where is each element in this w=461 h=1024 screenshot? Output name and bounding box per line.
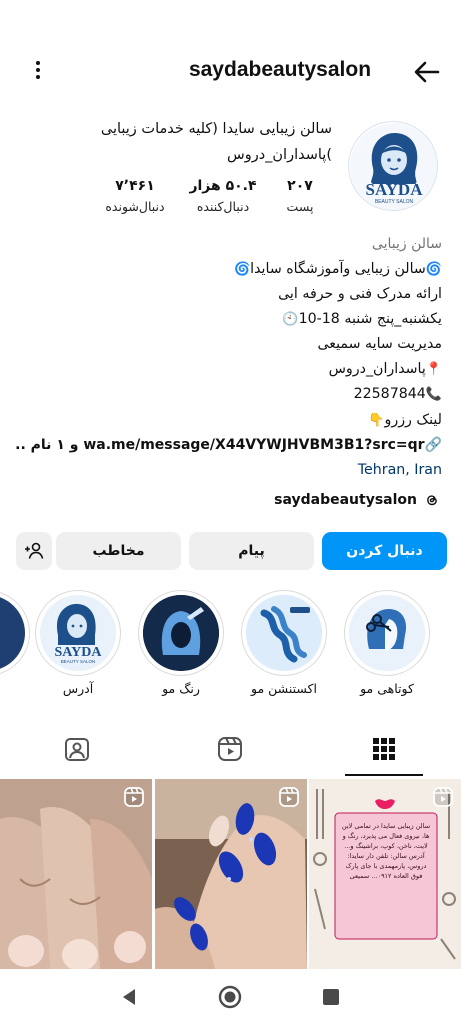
post-thumbnail[interactable]	[0, 779, 152, 969]
bio-line-manager: مدیریت سایه سمیعی	[317, 336, 442, 352]
bio-line-certificate: ارائه مدرک فنی و حرفه ایی	[278, 286, 442, 302]
haircut-icon	[349, 595, 425, 671]
reel-badge-icon	[279, 787, 299, 807]
bio-link-text[interactable]: wa.me/message/X44VYWJHVBM3B1?src=qr	[83, 437, 424, 453]
cyclone-icon: 🌀	[425, 261, 442, 277]
tab-tagged[interactable]	[0, 722, 154, 776]
threads-badge[interactable]: saydabeautysalon	[274, 488, 441, 512]
tab-reels[interactable]	[153, 722, 307, 776]
top-bar: saydabeautysalon	[0, 52, 461, 92]
profile-avatar[interactable]: SAYDA BEAUTY SALON	[348, 121, 438, 211]
bio-line-phone: 📞22587844	[16, 382, 442, 408]
sayda-logo-icon: SAYDA BEAUTY SALON	[350, 123, 437, 210]
add-user-icon	[25, 542, 44, 559]
posts-label: پست	[286, 199, 314, 214]
highlight-address[interactable]: SAYDA BEAUTY SALON آدرس	[33, 590, 123, 696]
reel-badge-icon	[124, 787, 144, 807]
following-count: ۷٬۴۶۱	[115, 178, 155, 194]
tab-grid[interactable]	[307, 722, 461, 776]
highlight-label: اکستنشن مو	[251, 681, 317, 696]
logo-text: SAYDA	[365, 180, 423, 199]
bio-link-suffix[interactable]: و ۱ نام ...	[16, 437, 78, 453]
nav-back-icon[interactable]	[116, 984, 142, 1010]
bio-hours-text: یکشنبه_پنج شنبه 18-10	[298, 310, 442, 327]
contact-button[interactable]: مخاطب	[56, 532, 181, 570]
posts-count: ۲۰۷	[287, 178, 313, 194]
bio-line-area: 📍پاسداران_دروس	[16, 357, 442, 383]
system-nav-bar	[0, 970, 461, 1024]
bio-line-booking: لینک رزرو👇	[16, 408, 442, 434]
post-thumbnail[interactable]	[155, 779, 307, 969]
reel-badge-icon	[433, 787, 453, 807]
logo-subtext: BEAUTY SALON	[375, 199, 414, 205]
profile-stats: ۲۰۷ پست ۵۰.۴ هزار دنبال‌کننده ۷٬۴۶۱ دنبا…	[95, 176, 325, 222]
svg-text:SAYDA: SAYDA	[55, 645, 103, 660]
highlight-hair-color[interactable]: رنگ مو	[136, 590, 226, 696]
message-button[interactable]: پیام	[189, 532, 314, 570]
nav-recents-icon[interactable]	[318, 984, 344, 1010]
followers-count: ۵۰.۴ هزار	[189, 178, 257, 194]
highlight-label: آدرس	[62, 681, 94, 696]
nails-photo	[0, 779, 152, 969]
bio-line-salon: 🌀سالن زیبایی وآموزشگاه سایدا🌀	[16, 257, 442, 283]
post-caption: سالن زیبایی سایدا در تمامی لاین ها، نیرو…	[341, 822, 431, 880]
pointing-hand-icon: 👇	[368, 412, 385, 428]
svg-text:BEAUTY SALON: BEAUTY SALON	[61, 659, 95, 664]
reels-icon	[218, 737, 242, 761]
post-thumbnail[interactable]: سالن زیبایی سایدا در تمامی لاین ها، نیرو…	[309, 779, 461, 969]
bio-booking-text: لینک رزرو	[384, 411, 443, 428]
clock-icon: 🕙	[282, 311, 299, 327]
hair-extension-icon	[246, 595, 322, 671]
pin-icon: 📍	[425, 361, 442, 377]
story-highlights: SAYDA BEAUTY SALON آدرس رنگ مو اکستنشن م…	[0, 590, 461, 710]
phone-icon: 📞	[425, 387, 442, 402]
followers-label: دنبال‌کننده	[196, 199, 250, 214]
follow-button[interactable]: دنبال کردن	[322, 532, 447, 570]
post-grid: سالن زیبایی سایدا در تمامی لاین ها، نیرو…	[0, 779, 461, 969]
profile-category: سالن زیبایی	[371, 236, 442, 252]
profile-full-name: سالن زیبایی سایدا (کلیه خدمات زیبایی )پا…	[100, 121, 332, 163]
nails-photo	[155, 779, 307, 969]
profile-bio: سالن زیبایی 🌀سالن زیبایی وآموزشگاه سایدا…	[16, 232, 442, 482]
highlight-label: رنگ مو	[162, 681, 200, 696]
grid-icon	[373, 738, 395, 760]
more-vertical-icon[interactable]	[26, 58, 50, 86]
following-label: دنبال‌شونده	[105, 199, 165, 214]
arrow-back-icon[interactable]	[411, 56, 443, 88]
profile-actions: دنبال کردن پیام مخاطب	[16, 532, 447, 570]
hair-color-icon	[143, 595, 219, 671]
highlight-hair-extension[interactable]: اکستنشن مو	[239, 590, 329, 696]
tagged-icon	[65, 738, 89, 761]
cyclone-icon: 🌀	[233, 261, 251, 277]
profile-location[interactable]: Tehran, Iran	[16, 458, 442, 483]
bio-link[interactable]: 🔗wa.me/message/X44VYWJHVBM3B1?src=qr و ۱…	[16, 433, 442, 458]
highlight-haircut[interactable]: کوتاهی مو	[342, 590, 432, 696]
bio-area-text: پاسداران_دروس	[328, 360, 426, 377]
add-user-button[interactable]	[16, 532, 52, 570]
highlight-label: کوتاهی مو	[360, 681, 414, 696]
threads-icon	[427, 495, 437, 506]
stat-followers[interactable]: ۵۰.۴ هزار دنبال‌کننده	[183, 176, 263, 218]
stat-posts[interactable]: ۲۰۷ پست	[275, 176, 325, 218]
link-icon: 🔗	[424, 437, 442, 453]
bio-phone-text[interactable]: 22587844	[354, 386, 426, 402]
stat-following[interactable]: ۷٬۴۶۱ دنبال‌شونده	[95, 176, 175, 218]
sayda-logo-icon: SAYDA BEAUTY SALON	[55, 603, 103, 664]
bio-line-hours: یکشنبه_پنج شنبه 18-10🕙	[16, 307, 442, 333]
highlight-partial[interactable]	[0, 590, 32, 676]
bio-line1-text: سالن زیبایی وآموزشگاه سایدا	[250, 260, 426, 277]
profile-username: saydabeautysalon	[188, 58, 372, 81]
profile-tabs	[0, 722, 461, 776]
threads-label: saydabeautysalon	[274, 492, 417, 508]
nav-home-icon[interactable]	[217, 984, 243, 1010]
